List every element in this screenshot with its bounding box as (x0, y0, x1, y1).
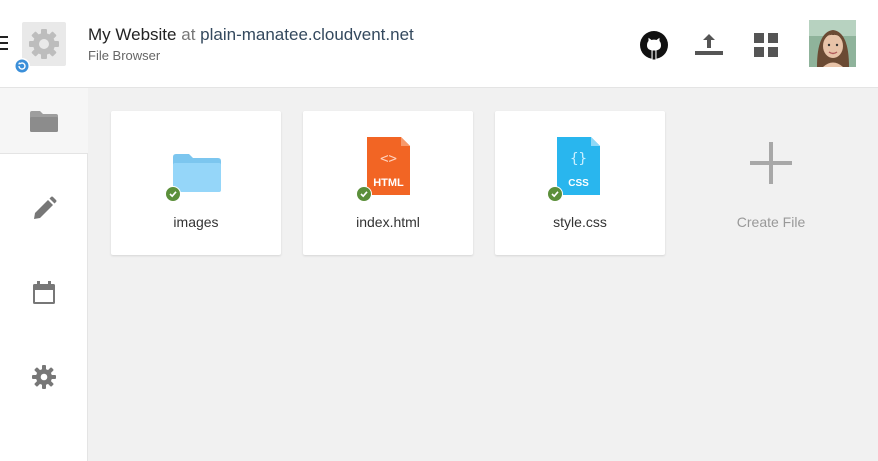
file-name: index.html (356, 214, 420, 230)
calendar-icon (33, 281, 55, 304)
file-card-images[interactable]: images (111, 111, 281, 255)
sidebar-item-editor[interactable] (0, 176, 88, 242)
file-card-style-css[interactable]: {} CSS style.css (495, 111, 665, 255)
github-icon[interactable] (639, 30, 669, 60)
site-name[interactable]: My Website (88, 25, 177, 44)
file-card-index-html[interactable]: <> HTML index.html (303, 111, 473, 255)
pencil-icon (34, 196, 57, 219)
sync-icon (14, 58, 30, 74)
gear-icon (32, 365, 56, 389)
sidebar (0, 88, 88, 461)
top-header: My Website at plain-manatee.cloudvent.ne… (0, 0, 878, 88)
sidebar-item-settings[interactable] (0, 344, 88, 410)
sidebar-item-files[interactable] (0, 88, 88, 154)
synced-check-icon (165, 186, 181, 202)
create-file-label: Create File (736, 214, 806, 230)
file-name: style.css (553, 214, 607, 230)
grid-icon[interactable] (751, 30, 781, 60)
folder-icon (30, 110, 58, 132)
html-glyph: <> (380, 151, 397, 167)
css-glyph: {} (570, 151, 587, 167)
user-avatar[interactable] (809, 20, 856, 67)
sidebar-item-schedule[interactable] (0, 260, 88, 326)
create-file-button[interactable]: Create File (686, 111, 856, 255)
page-subtitle: File Browser (88, 48, 161, 63)
site-title: My Website at plain-manatee.cloudvent.ne… (88, 25, 414, 45)
html-badge: HTML (373, 177, 404, 189)
css-badge: CSS (568, 178, 589, 189)
plus-icon (750, 142, 792, 184)
site-domain-link[interactable]: plain-manatee.cloudvent.net (200, 25, 414, 44)
hamburger-menu-icon[interactable] (0, 36, 8, 50)
synced-check-icon (547, 186, 563, 202)
at-text: at (181, 25, 196, 44)
file-name: images (173, 214, 219, 230)
synced-check-icon (356, 186, 372, 202)
upload-icon[interactable] (694, 30, 724, 60)
folder-icon (173, 154, 221, 192)
